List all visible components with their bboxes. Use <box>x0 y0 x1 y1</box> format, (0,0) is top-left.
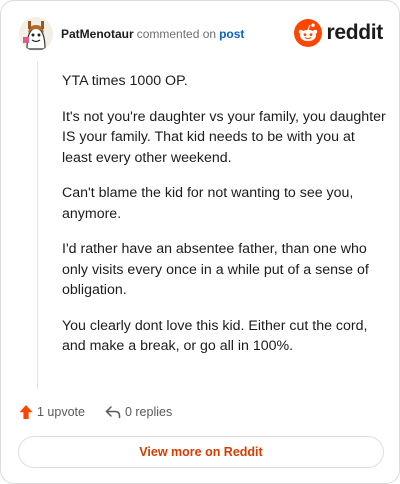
replies-count: 0 replies <box>124 405 173 419</box>
thread-line <box>37 61 38 389</box>
comment-paragraph: It's not you're daughter vs your family,… <box>62 108 386 166</box>
comment-actions: 1 upvote 0 replies <box>19 402 172 422</box>
comment-paragraph: YTA times 1000 OP. <box>62 73 188 89</box>
upvote-button[interactable]: 1 upvote <box>19 404 85 420</box>
comment-meta: PatMenotaur commented on post <box>61 27 244 41</box>
reddit-brand[interactable]: reddit <box>294 18 383 48</box>
upvote-arrow-icon <box>19 405 33 419</box>
comment-paragraph: Can't blame the kid for not wanting to s… <box>62 185 354 222</box>
comment-header: PatMenotaur commented on post reddit <box>19 17 383 53</box>
avatar-icon <box>19 17 53 51</box>
reply-arrow-icon <box>105 406 121 419</box>
reddit-logo-icon <box>294 19 323 47</box>
username-link[interactable]: PatMenotaur <box>61 27 134 41</box>
comment-paragraph: I'd rather have an absentee father, than… <box>62 241 369 298</box>
upvote-count: 1 upvote <box>37 405 85 419</box>
embedded-comment-card: PatMenotaur commented on post reddit YTA t… <box>0 0 400 484</box>
comment-paragraph: You clearly dont love this kid. Either c… <box>62 317 368 355</box>
avatar[interactable] <box>19 17 53 51</box>
comment-body: YTA times 1000 OP. It's not you're daugh… <box>62 71 386 372</box>
post-link[interactable]: post <box>219 27 244 41</box>
commented-on-text: commented on <box>136 27 217 41</box>
replies-button[interactable]: 0 replies <box>105 405 172 419</box>
view-more-on-reddit-button[interactable]: View more on Reddit <box>18 436 384 468</box>
reddit-wordmark: reddit <box>326 21 383 44</box>
